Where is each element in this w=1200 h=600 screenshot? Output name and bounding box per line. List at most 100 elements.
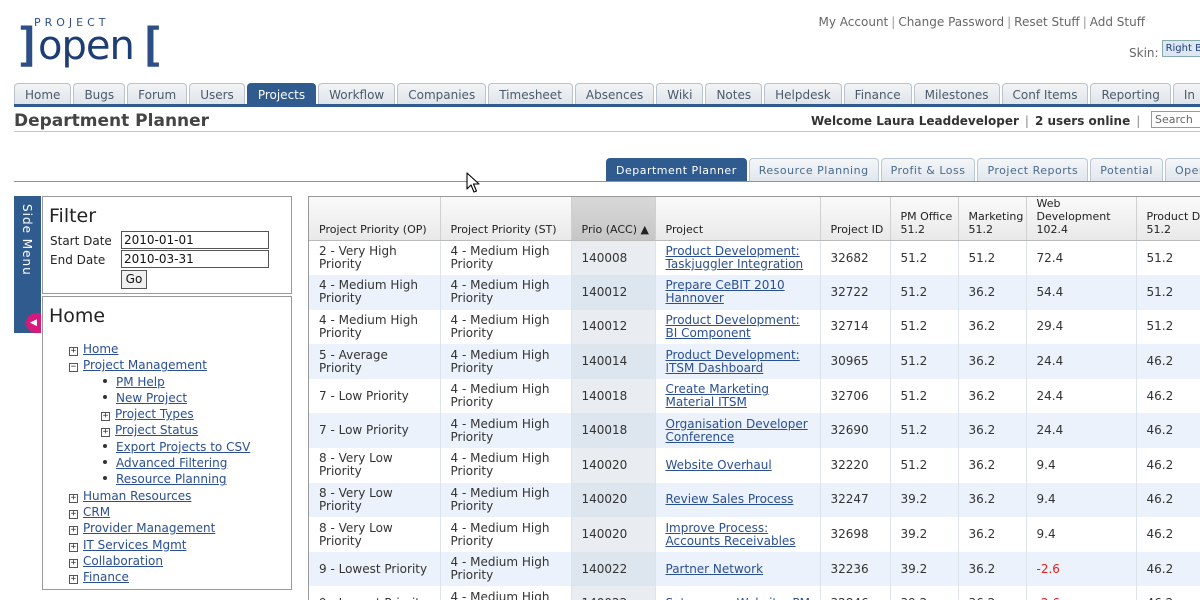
menu-link-provider-management[interactable]: Provider Management <box>83 521 215 535</box>
menu-link-finance[interactable]: Finance <box>83 570 129 584</box>
project-link[interactable]: Product Development: ITSM Dashboard <box>666 348 800 375</box>
expand-icon[interactable]: + <box>69 575 78 585</box>
table-cell: 51.2 <box>890 309 959 345</box>
tab-projects[interactable]: Projects <box>246 83 317 104</box>
table-cell: 51.2 <box>1136 309 1200 345</box>
tab-conf-items[interactable]: Conf Items <box>1001 83 1089 104</box>
project-link[interactable]: Set up new Website: PM <box>666 596 810 600</box>
menu-link-pm-help[interactable]: PM Help <box>116 375 165 389</box>
expand-icon[interactable]: + <box>69 493 78 503</box>
my-account-link[interactable]: My Account <box>819 15 889 29</box>
tab-home[interactable]: Home <box>14 83 72 104</box>
column-header-7[interactable]: Marketing 51.2 <box>958 197 1027 241</box>
tab-bugs[interactable]: Bugs <box>73 83 126 104</box>
tab-notes[interactable]: Notes <box>705 83 763 104</box>
table-cell: Set up new Website: PM <box>655 586 821 600</box>
menu-link-project-management[interactable]: Project Management <box>83 358 207 372</box>
expand-icon[interactable]: + <box>101 412 110 422</box>
table-cell: Partner Network <box>655 551 821 587</box>
users-online-link[interactable]: 2 users online <box>1035 114 1130 128</box>
menu-item-project-management: − Project Management <box>69 357 250 373</box>
menu-link-home[interactable]: Home <box>83 342 118 356</box>
subtab-resource-planning[interactable]: Resource Planning <box>748 158 879 181</box>
go-button[interactable]: Go <box>121 270 147 289</box>
column-header-4[interactable]: Project <box>655 197 821 241</box>
column-header-9[interactable]: Product Devel51.2 <box>1136 197 1200 241</box>
reset-stuff-link[interactable]: Reset Stuff <box>1014 15 1080 29</box>
expand-icon[interactable]: + <box>69 509 78 519</box>
project-link[interactable]: Improve Process: Accounts Receivables <box>666 521 796 548</box>
menu-link-collaboration[interactable]: Collaboration <box>83 554 163 568</box>
search-input[interactable]: Search <box>1151 111 1200 128</box>
table-row: 8 - Very Low Priority 4 - Medium High Pri… <box>309 517 1200 552</box>
project-link[interactable]: Website Overhaul <box>666 458 772 472</box>
bullet-icon <box>103 460 107 465</box>
menu-link-it-services-mgmt[interactable]: IT Services Mgmt <box>83 538 186 552</box>
project-link[interactable]: Prepare CeBIT 2010 Hannover <box>666 278 785 305</box>
table-cell: 32714 <box>820 309 891 345</box>
menu-link-new-project[interactable]: New Project <box>116 391 187 405</box>
tab-in[interactable]: In <box>1172 83 1200 104</box>
tab-wiki[interactable]: Wiki <box>656 83 704 104</box>
menu-link-resource-planning[interactable]: Resource Planning <box>116 472 227 486</box>
collapse-icon[interactable]: − <box>69 363 78 373</box>
tab-finance[interactable]: Finance <box>843 83 912 104</box>
expand-icon[interactable]: + <box>69 347 78 356</box>
table-cell: 46.2 <box>1136 586 1200 600</box>
menu-link-project-types[interactable]: Project Types <box>115 407 194 421</box>
expand-icon[interactable]: + <box>69 558 78 568</box>
column-header-5[interactable]: Project ID <box>820 197 891 241</box>
logo-open-text: open <box>38 23 135 69</box>
subtab-profit-and-loss[interactable]: Profit & Loss <box>880 158 976 181</box>
project-link[interactable]: Create Marketing Material ITSM <box>666 382 770 409</box>
table-row: 2 - Very High Priority 4 - Medium High Pr… <box>309 240 1200 276</box>
project-link[interactable]: Product Development: BI Component <box>666 313 800 340</box>
expand-icon[interactable]: + <box>101 428 110 438</box>
menu-link-crm[interactable]: CRM <box>83 505 110 519</box>
tab-companies[interactable]: Companies <box>397 83 487 104</box>
table-cell: 36.2 <box>958 275 1027 310</box>
change-password-link[interactable]: Change Password <box>898 15 1004 29</box>
project-link[interactable]: Partner Network <box>666 562 764 576</box>
column-header-2[interactable]: Project Priority (ST) <box>440 197 572 241</box>
table-cell: 4 - Medium High Priority <box>440 551 572 587</box>
menu-link-advanced-filtering[interactable]: Advanced Filtering <box>116 456 227 470</box>
column-header-6[interactable]: PM Office 51.2 <box>890 197 959 241</box>
column-header-1[interactable]: Project Priority (OP) <box>309 197 441 241</box>
column-header-8[interactable]: Web Development 102.4 <box>1026 197 1137 241</box>
subtab-project-reports[interactable]: Project Reports <box>977 158 1089 181</box>
add-stuff-link[interactable]: Add Stuff <box>1090 15 1145 29</box>
end-date-input[interactable]: 2010-03-31 <box>121 250 269 268</box>
account-links: My Account | Change Password | Reset Stuff | A… <box>818 15 1145 29</box>
expand-icon[interactable]: + <box>69 526 78 536</box>
expand-icon[interactable]: + <box>69 542 78 552</box>
table-cell: 2 - Very High Priority <box>309 240 441 276</box>
subtab-potential[interactable]: Potential <box>1090 158 1163 181</box>
tab-forum[interactable]: Forum <box>127 83 188 104</box>
tab-milestones[interactable]: Milestones <box>913 83 1000 104</box>
side-menu-toggle[interactable]: Side Menu ◀ <box>14 196 41 333</box>
skin-select[interactable]: Right Bl <box>1161 40 1200 57</box>
project-link[interactable]: Product Development: Taskjuggler Integra… <box>666 244 804 271</box>
tab-workflow[interactable]: Workflow <box>318 83 396 104</box>
tab-absences[interactable]: Absences <box>574 83 655 104</box>
subtab-department-planner[interactable]: Department Planner <box>606 158 747 181</box>
tab-timesheet[interactable]: Timesheet <box>488 83 573 104</box>
table-cell: 4 - Medium High Priority <box>440 448 572 483</box>
menu-link-project-status[interactable]: Project Status <box>115 423 198 437</box>
arrow-left-icon[interactable]: ◀ <box>26 313 41 333</box>
start-date-input[interactable]: 2010-01-01 <box>121 231 269 249</box>
tab-users[interactable]: Users <box>189 83 245 104</box>
project-open-logo[interactable]: ] PROJECT open [ <box>14 12 166 72</box>
menu-link-human-resources[interactable]: Human Resources <box>83 489 191 503</box>
table-row: 8 - Very Low Priority 4 - Medium High Pri… <box>309 482 1200 518</box>
tab-helpdesk[interactable]: Helpdesk <box>764 83 842 104</box>
menu-link-export-projects-to-csv[interactable]: Export Projects to CSV <box>116 440 250 454</box>
column-header-3[interactable]: Prio (ACC) ▲ <box>571 197 656 241</box>
table-cell: Improve Process: Accounts Receivables <box>655 517 821 552</box>
project-link[interactable]: Organisation Developer Conference <box>666 417 808 444</box>
subtab-open[interactable]: Open <box>1164 158 1200 181</box>
department-planner-grid: Project Priority (OP) Project Priority (S… <box>308 196 1200 600</box>
project-link[interactable]: Review Sales Process <box>666 492 794 506</box>
tab-reporting[interactable]: Reporting <box>1090 83 1171 104</box>
